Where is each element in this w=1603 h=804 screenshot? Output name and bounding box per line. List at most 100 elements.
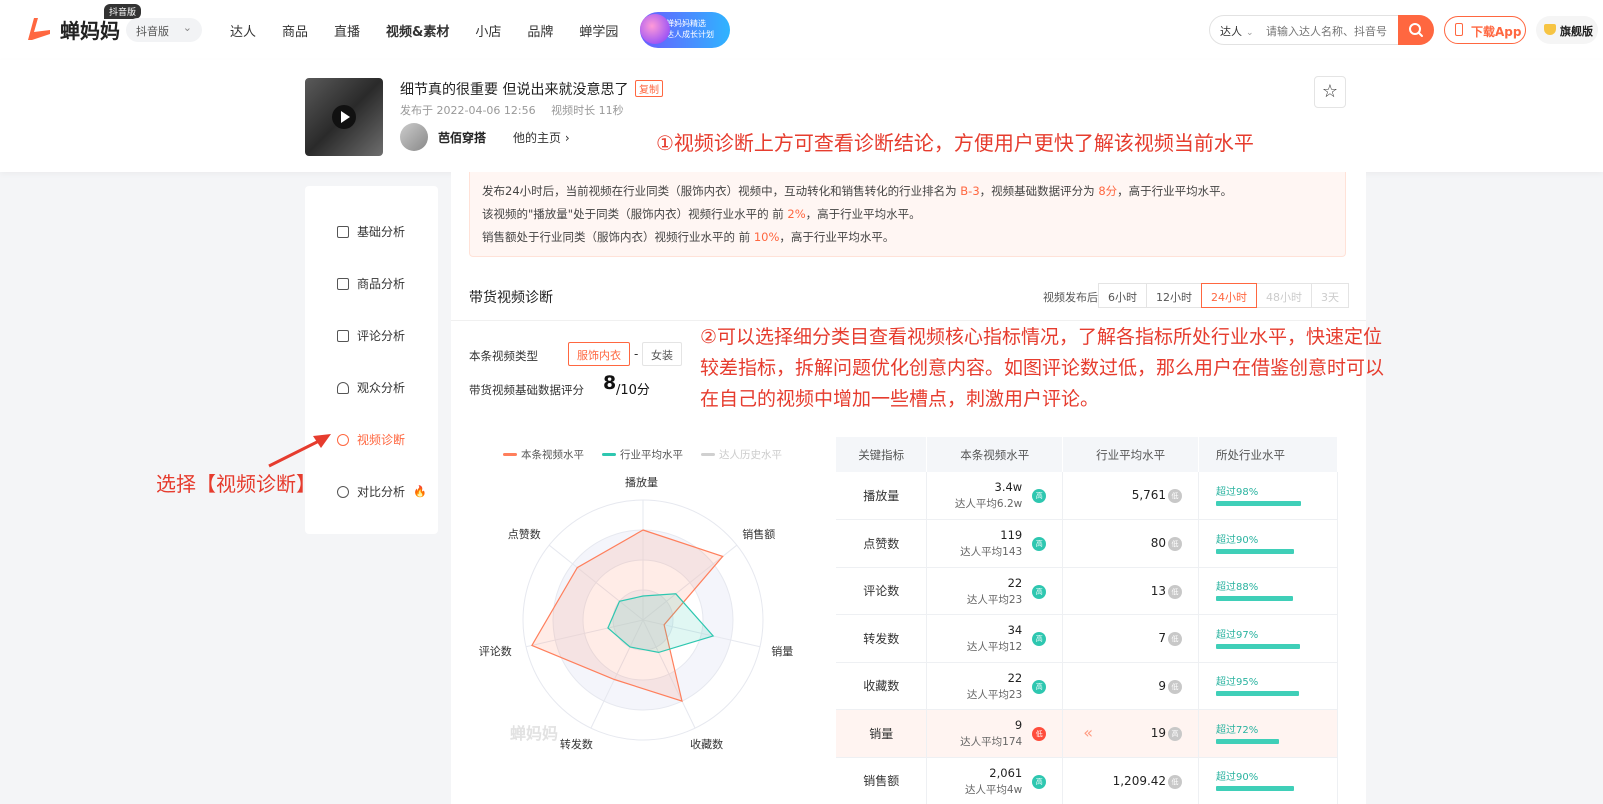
conclusion-text: ，视频基础数据评分为 [979, 184, 1095, 198]
level-text: 超过72% [1216, 724, 1259, 736]
nav-item-brand[interactable]: 品牌 [527, 21, 553, 40]
category-separator: - [634, 347, 639, 361]
table-header: 关键指标 [836, 437, 928, 472]
radar-axis-label: 点赞数 [507, 527, 541, 541]
level-badge: 低 [1168, 537, 1183, 551]
industry-value-cell: « 19 高 [1062, 709, 1200, 758]
play-icon[interactable] [332, 105, 356, 129]
legend-this-video[interactable]: 本条视频水平 [503, 447, 584, 462]
sidebar-item-audience[interactable]: 观众分析 [337, 379, 405, 396]
industry-level-cell: 超过95% [1198, 662, 1338, 710]
sidebar-item-label: 评论分析 [357, 329, 406, 343]
download-app-button[interactable]: 下载App [1444, 16, 1526, 44]
level-badge: 高 [1032, 632, 1047, 646]
edition-select[interactable]: 抖音版 ⌄ [126, 18, 202, 42]
conclusion-line-3: 销售额处于行业同类（服饰内衣）视频行业水平的 前 10%，高于行业平均水平。 [482, 226, 1333, 249]
sidebar-item-comments[interactable]: 评论分析 [337, 327, 405, 344]
radar-chart [522, 499, 764, 741]
industry-value-cell: 13 低 [1062, 567, 1200, 615]
level-badge: 低 [1168, 489, 1183, 503]
nav-item-live[interactable]: 直播 [334, 21, 360, 40]
arrow-icon [268, 434, 331, 468]
author-home-link[interactable]: 他的主页 › [513, 129, 570, 146]
video-value: 22 [1007, 670, 1023, 685]
search-type-select[interactable]: 达人 ⌄ [1220, 23, 1254, 39]
sidebar-item-compare[interactable]: 对比分析 🔥 [337, 483, 427, 500]
conclusion-line-2: 该视频的"播放量"处于同类（服饰内衣）视频行业水平的 前 2%，高于行业平均水平… [482, 203, 1333, 226]
nav-item-academy[interactable]: 蝉学园 [579, 21, 618, 40]
level-bar [1216, 548, 1303, 554]
indicator-name: 收藏数 [836, 662, 928, 710]
edition-select-value: 抖音版 [136, 25, 169, 38]
promo-line2: 达人成长计划 [666, 30, 714, 39]
legend-history[interactable]: 达人历史水平 [701, 447, 782, 462]
level-badge: 低 [1168, 632, 1183, 646]
legend-industry[interactable]: 行业平均水平 [602, 447, 683, 462]
level-text: 超过97% [1216, 629, 1259, 641]
search-type-value: 达人 [1220, 25, 1242, 38]
tab-6h[interactable]: 6小时 [1098, 283, 1147, 308]
creator-average: 达人平均143 [960, 546, 1023, 558]
search-icon [1409, 23, 1423, 37]
video-thumbnail[interactable] [305, 78, 383, 156]
industry-value: 7 [1158, 631, 1167, 645]
video-value: 3.4w [994, 480, 1023, 494]
radar-axis-label: 转发数 [559, 738, 593, 752]
search-button[interactable] [1398, 15, 1434, 45]
table-row: 点赞数 119 达人平均143 高 80 低 超过90% [836, 519, 1338, 568]
nav-item-goods[interactable]: 商品 [282, 21, 308, 40]
author-name[interactable]: 芭佰穿搭 [438, 129, 486, 146]
video-header: 细节真的很重要 但说出来就没意思了 复制 发布于 2022-04-06 12:5… [0, 60, 1603, 172]
table-header: 本条视频水平 [926, 437, 1064, 472]
nav-item-daren[interactable]: 达人 [230, 21, 256, 40]
legend-label: 行业平均水平 [620, 449, 683, 461]
download-label: 下载App [1471, 25, 1522, 39]
search-input[interactable] [1266, 21, 1416, 41]
category-tag-secondary[interactable]: 女装 [642, 342, 682, 366]
edition-tag: 抖音版 [104, 4, 142, 19]
copy-button[interactable]: 复制 [635, 80, 663, 97]
video-value: 2,061 [989, 765, 1023, 780]
level-badge: 低 [1032, 727, 1047, 741]
score-label: 带货视频基础数据评分 [469, 383, 584, 397]
star-icon: ☆ [1321, 81, 1339, 102]
legend-label: 达人历史水平 [719, 449, 782, 461]
annotation-1: ①视频诊断上方可查看诊断结论，方便用户更快了解该视频当前水平 [656, 131, 1254, 155]
industry-level-cell: 超过88% [1198, 567, 1338, 615]
top-nav: 蝉妈妈 抖音版 抖音版 ⌄ 达人 商品 直播 视频&素材 小店 品牌 蝉学园 蝉… [0, 0, 1603, 60]
tab-12h[interactable]: 12小时 [1146, 283, 1202, 308]
sidebar-item-basic[interactable]: 基础分析 [337, 223, 405, 240]
annotation-select: 选择【视频诊断】 [156, 472, 316, 496]
table-row: 转发数 34 达人平均12 高 7 低 超过97% [836, 614, 1338, 663]
video-value: 119 [1000, 528, 1023, 542]
nav-item-video[interactable]: 视频&素材 [386, 21, 449, 40]
flagship-button[interactable]: 旗舰版 [1536, 16, 1598, 44]
industry-level-cell: 超过98% [1198, 472, 1338, 520]
creator-average: 达人平均23 [966, 688, 1023, 701]
avatar[interactable] [400, 123, 428, 151]
level-bar [1216, 501, 1303, 506]
video-value-cell: 9 达人平均174 低 [926, 709, 1064, 758]
level-badge: 高 [1032, 537, 1047, 551]
sidebar-item-goods[interactable]: 商品分析 [337, 275, 405, 292]
score-value: 8 [603, 372, 617, 394]
table-header: 所处行业水平 [1198, 437, 1338, 472]
video-value-cell: 22 达人平均23 高 [926, 662, 1064, 710]
industry-level-cell: 超过90% [1198, 519, 1338, 568]
industry-value-cell: 5,761 低 [1062, 472, 1200, 520]
promo-icon [640, 14, 670, 44]
sidebar-item-diagnosis[interactable]: 视频诊断 [337, 431, 405, 448]
level-badge: 低 [1168, 584, 1183, 599]
nav-item-shop[interactable]: 小店 [475, 21, 501, 40]
tab-24h[interactable]: 24小时 [1201, 283, 1257, 308]
promo-banner[interactable]: 蝉妈妈精选 达人成长计划 [640, 12, 730, 48]
creator-average: 达人平均4w [964, 783, 1023, 796]
level-text: 超过90% [1216, 772, 1259, 784]
table-body: 播放量 3.4w 达人平均6.2w 高 5,761 低超过98% 点赞数 119 达人平均143… [836, 472, 1338, 804]
favorite-star-button[interactable]: ☆ [1314, 76, 1346, 108]
divider [451, 320, 1366, 321]
radar-axis-label: 评论数 [478, 644, 512, 658]
time-label: 视频发布后 [1043, 291, 1098, 304]
table-header: 行业平均水平 [1062, 437, 1200, 472]
category-tag-primary[interactable]: 服饰内衣 [568, 342, 630, 366]
